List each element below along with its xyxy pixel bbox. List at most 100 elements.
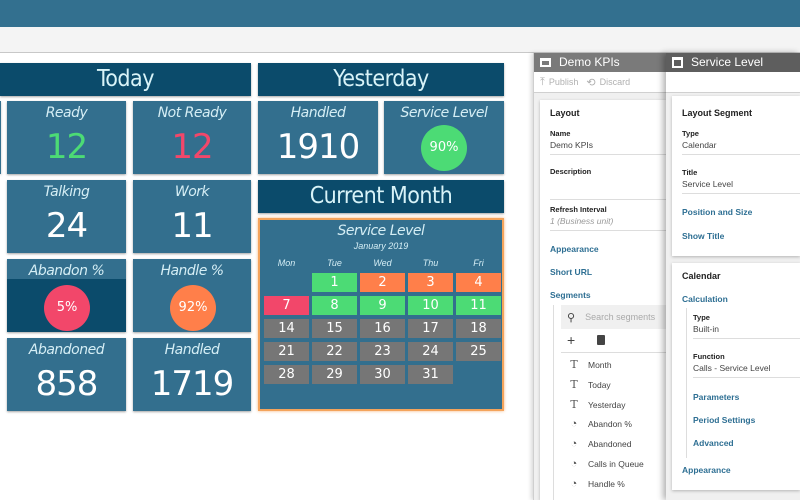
calc-type-field[interactable]: Type Built-in <box>693 313 800 339</box>
segment-list-item[interactable]: ◔ Abandoned <box>568 438 632 450</box>
calendar-day[interactable]: 1 <box>312 273 357 292</box>
calendar-day[interactable]: 21 <box>264 342 309 361</box>
gauge-icon: ◔ <box>570 438 578 450</box>
refresh-interval-field[interactable]: Refresh Interval 1 (Business unit) <box>550 205 666 231</box>
function-value[interactable]: Calls - Service Level <box>693 363 800 378</box>
kpi-tile-talking[interactable]: Talking 24 <box>7 180 126 253</box>
kpi-tile-abandon-percent[interactable]: Abandon % 5% <box>7 259 126 332</box>
calendar-day[interactable]: 25 <box>456 342 501 361</box>
advanced-link[interactable]: Advanced <box>693 438 734 448</box>
segments-link[interactable]: Segments <box>550 290 591 300</box>
calendar-grid: 1 2 3 4 7 8 9 10 11 14 15 16 17 18 21 22 23 24 25 28 29 30 31 <box>264 273 502 384</box>
layout-section-title: Layout <box>550 108 580 118</box>
weekday-label: Tue <box>327 258 342 268</box>
kpi-tile-yesterday-service-level[interactable]: Service Level 90% <box>384 101 504 174</box>
kpi-tile-handle-percent[interactable]: Handle % 92% <box>133 259 251 332</box>
delete-segment-button[interactable] <box>597 335 605 345</box>
type-field[interactable]: Type Calendar <box>682 129 800 155</box>
appearance-link[interactable]: Appearance <box>682 465 731 475</box>
name-value[interactable]: Demo KPIs <box>550 140 666 155</box>
description-label: Description <box>550 167 592 176</box>
kpi-tile-handled[interactable]: Handled 1719 <box>133 338 251 411</box>
title-value[interactable]: Service Level <box>682 179 800 194</box>
calendar-day[interactable]: 15 <box>312 319 357 338</box>
segment-name: Month <box>588 359 612 370</box>
calendar-day[interactable]: 14 <box>264 319 309 338</box>
publish-button[interactable]: Publish <box>549 77 579 87</box>
description-field[interactable]: Description <box>550 167 666 200</box>
segment-name: Yesterday <box>588 399 626 410</box>
tile-value: 858 <box>35 364 99 404</box>
calendar-day[interactable]: 23 <box>360 342 405 361</box>
segment-list-item[interactable]: T Yesterday <box>568 398 626 411</box>
function-field[interactable]: Function Calls - Service Level <box>693 352 800 378</box>
calendar-day[interactable]: 30 <box>360 365 405 384</box>
calendar-empty-cell <box>264 273 309 292</box>
appearance-link[interactable]: Appearance <box>550 244 599 254</box>
discard-button[interactable]: Discard <box>600 77 631 87</box>
segment-list-item[interactable]: ◔ Calls in Queue <box>568 458 644 470</box>
short-url-link[interactable]: Short URL <box>550 267 592 277</box>
tile-label: Talking <box>43 184 90 200</box>
calendar-day[interactable]: 18 <box>456 319 501 338</box>
calendar-day[interactable]: 11 <box>456 296 501 315</box>
percent-circle: 90% <box>421 125 467 171</box>
calendar-day[interactable]: 24 <box>408 342 453 361</box>
segment-list-item[interactable]: ◔ Abandon % <box>568 418 632 430</box>
calendar-day[interactable]: 2 <box>360 273 405 292</box>
search-placeholder: Search segments <box>585 312 656 322</box>
tile-label: Abandon % <box>28 263 105 279</box>
calendar-day[interactable]: 7 <box>264 296 309 315</box>
calculation-link[interactable]: Calculation <box>682 294 728 304</box>
calendar-day[interactable]: 31 <box>408 365 453 384</box>
segment-name: Abandon % <box>588 419 632 429</box>
function-label: Function <box>693 352 725 361</box>
calendar-day[interactable]: 16 <box>360 319 405 338</box>
position-size-link[interactable]: Position and Size <box>682 207 752 217</box>
segment-name: Abandoned <box>588 439 632 449</box>
calendar-day[interactable]: 4 <box>456 273 501 292</box>
description-value[interactable] <box>550 178 666 200</box>
type-label: Type <box>682 129 699 138</box>
kpi-tile-not-ready[interactable]: Not Ready 12 <box>133 101 251 174</box>
toolbar-strip <box>0 27 800 53</box>
section-header-today[interactable]: Today <box>0 63 251 96</box>
section-header-yesterday[interactable]: Yesterday <box>258 63 504 96</box>
section-header-current-month[interactable]: Current Month <box>258 180 504 213</box>
calendar-day[interactable]: 17 <box>408 319 453 338</box>
kpi-tile-ready[interactable]: Ready 12 <box>7 101 126 174</box>
search-segments-input[interactable]: ⚲ Search segments <box>561 305 666 329</box>
text-icon: T <box>570 398 578 411</box>
calendar-day[interactable]: 28 <box>264 365 309 384</box>
title-field[interactable]: Title Service Level <box>682 168 800 194</box>
tile-label: Not Ready <box>157 105 227 121</box>
segment-name: Handle % <box>588 479 625 489</box>
kpi-tile-yesterday-handled[interactable]: Handled 1910 <box>258 101 378 174</box>
calendar-widget[interactable]: Service Level January 2019 Mon Tue Wed Thu F… <box>258 218 504 411</box>
layout-icon <box>540 58 551 67</box>
show-title-link[interactable]: Show Title <box>682 231 724 241</box>
tile-value: 24 <box>45 206 88 246</box>
period-settings-link[interactable]: Period Settings <box>693 415 755 425</box>
panel-title: Service Level <box>691 55 764 69</box>
name-field[interactable]: Name Demo KPIs <box>550 129 666 155</box>
segment-list-item[interactable]: T Month <box>568 358 612 371</box>
calc-type-value[interactable]: Built-in <box>693 324 800 339</box>
calendar-day[interactable]: 29 <box>312 365 357 384</box>
tile-value: 1719 <box>150 364 235 404</box>
parameters-link[interactable]: Parameters <box>693 392 739 402</box>
calendar-day[interactable]: 22 <box>312 342 357 361</box>
kpi-tile-work[interactable]: Work 11 <box>133 180 251 253</box>
calendar-day[interactable]: 9 <box>360 296 405 315</box>
calendar-icon <box>672 57 683 68</box>
panel-title: Demo KPIs <box>559 55 620 69</box>
calendar-day[interactable]: 10 <box>408 296 453 315</box>
calendar-day[interactable]: 3 <box>408 273 453 292</box>
calendar-day[interactable]: 8 <box>312 296 357 315</box>
refresh-value[interactable]: 1 (Business unit) <box>550 216 666 231</box>
kpi-tile-abandoned[interactable]: Abandoned 858 <box>7 338 126 411</box>
add-segment-button[interactable]: + <box>567 332 575 348</box>
type-value[interactable]: Calendar <box>682 140 800 155</box>
segment-list-item[interactable]: ◔ Handle % <box>568 478 625 490</box>
segment-list-item[interactable]: T Today <box>568 378 610 391</box>
